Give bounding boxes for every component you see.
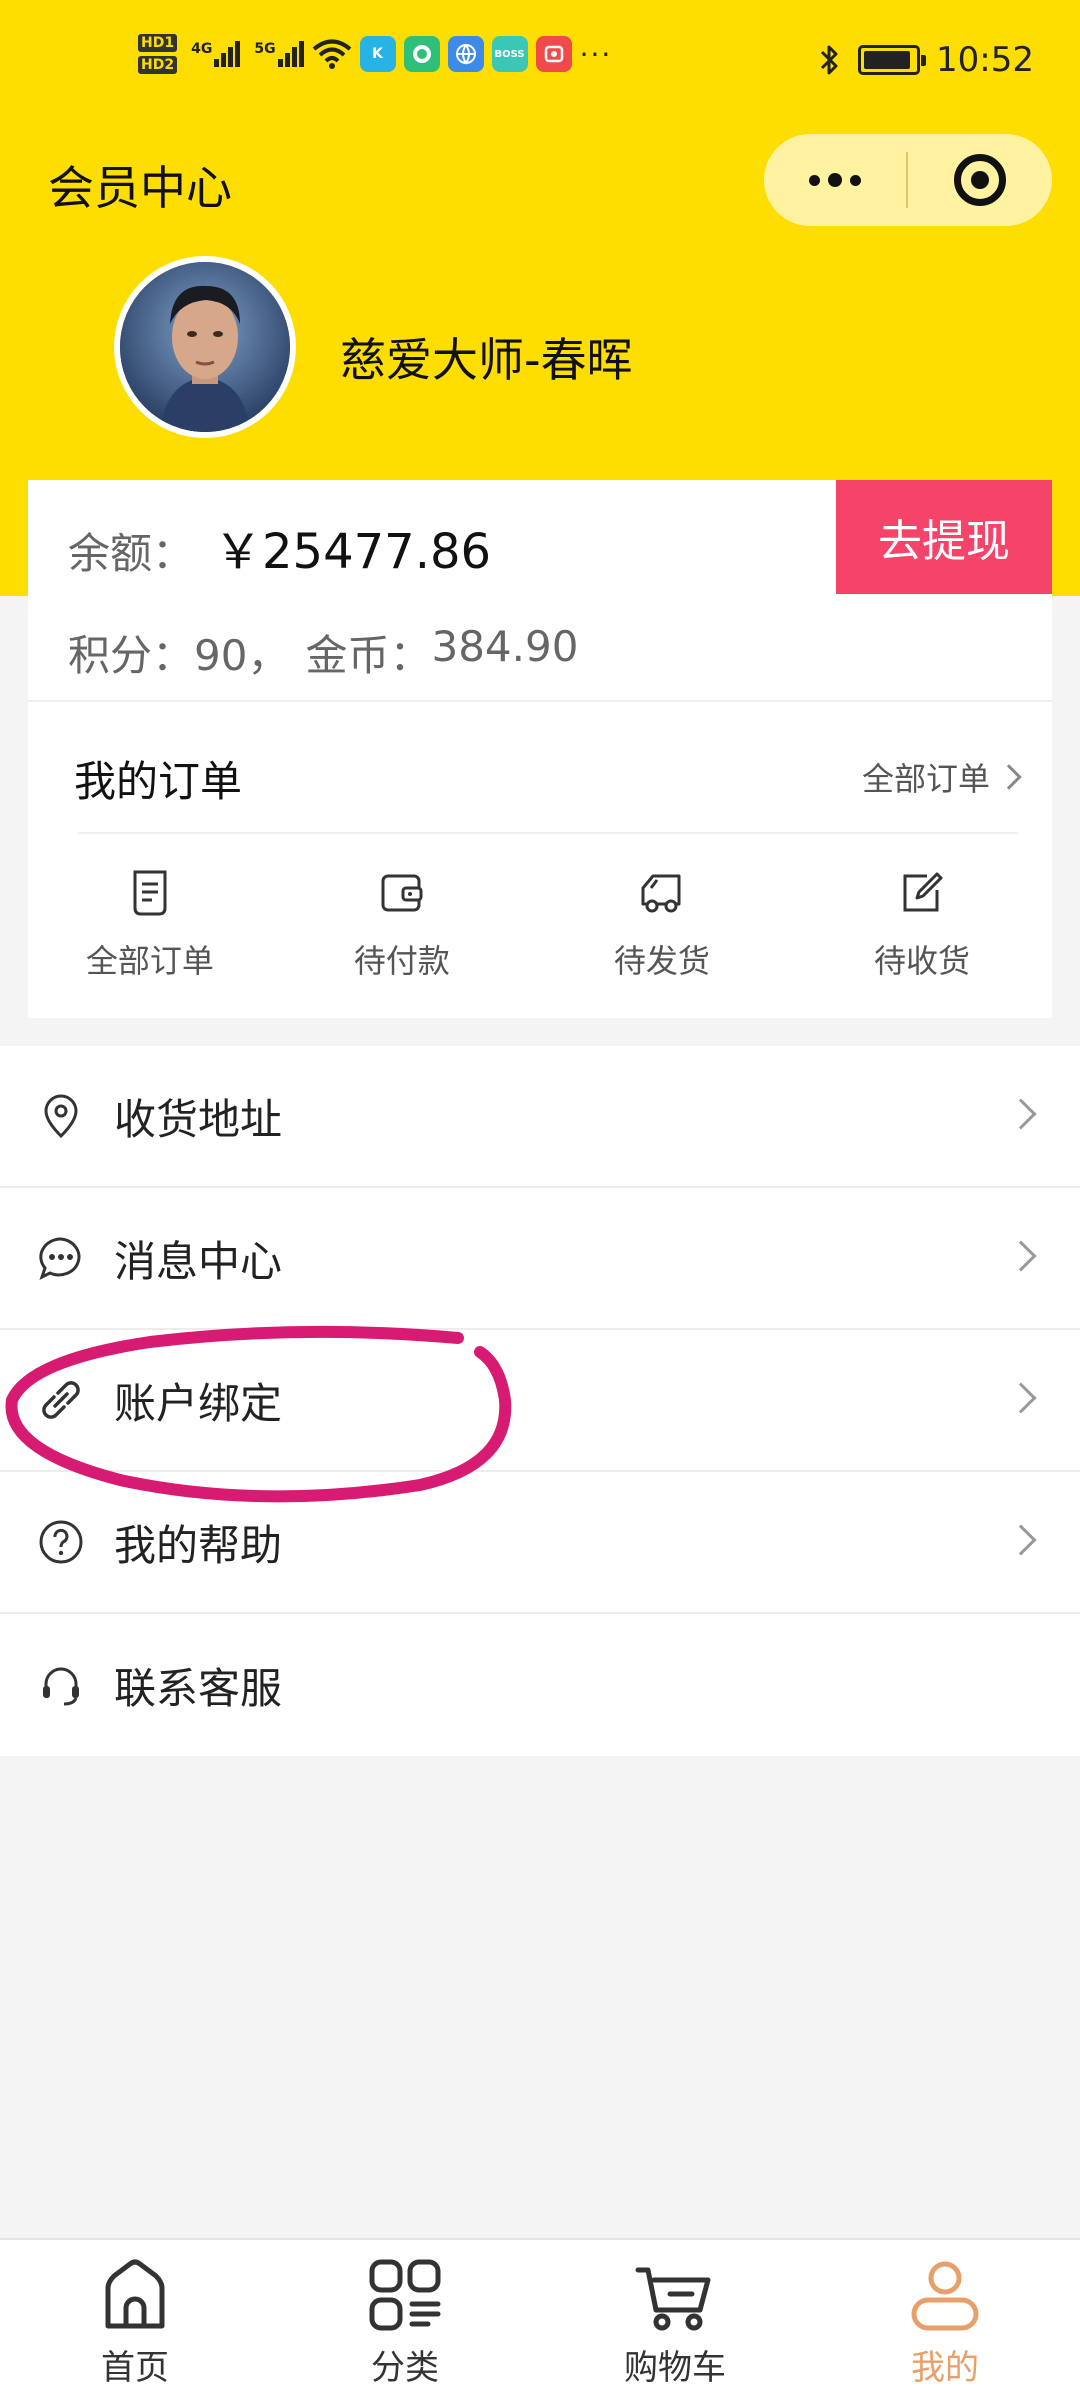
menu-item-address[interactable]: 收货地址: [0, 1046, 1080, 1188]
chevron-right-icon: [1005, 1382, 1037, 1414]
home-icon: [105, 2259, 165, 2329]
balance-card: 余额： ￥25477.86 去提现 积分： 90， 金币： 384.90: [28, 480, 1052, 700]
signal-5g-icon: 5G: [254, 41, 304, 67]
avatar[interactable]: [114, 256, 296, 438]
divider: [78, 832, 1018, 834]
more-menu-button[interactable]: [764, 134, 906, 226]
hd-badge: HD1: [138, 34, 178, 52]
tab-label: 购物车: [624, 2348, 726, 2388]
chat-bubble-icon: [39, 1237, 81, 1280]
page-title: 会员中心: [48, 161, 232, 215]
tab-category[interactable]: 分类: [270, 2240, 540, 2400]
order-shortcut-label: 待付款: [353, 942, 450, 980]
tab-label: 我的: [911, 2348, 979, 2388]
order-shortcut-unpaid[interactable]: 待付款: [272, 868, 532, 982]
order-shortcut-all[interactable]: 全部订单: [28, 868, 272, 982]
dot: [850, 174, 861, 186]
points-value: 90，: [194, 631, 290, 680]
menu-item-label: 消息中心: [114, 1236, 283, 1286]
location-pin-icon: [44, 1094, 78, 1139]
tab-label: 分类: [371, 2348, 439, 2388]
points-line: 积分： 90， 金币： 384.90: [68, 622, 578, 683]
menu-item-label: 联系客服: [114, 1663, 283, 1713]
network-label: 4G: [191, 41, 213, 57]
order-shortcut-label: 待发货: [613, 942, 710, 980]
document-icon: [133, 870, 167, 916]
clock: 10:52: [936, 40, 1034, 80]
k-app-icon: K: [359, 36, 396, 72]
globe-app-icon: [447, 36, 484, 72]
category-grid-icon: [369, 2259, 441, 2331]
dot: [809, 174, 820, 186]
status-bar: HD1 HD2 4G 5G K BOSS ··· 10:52: [0, 0, 1080, 130]
orders-card: 我的订单 全部订单 全部订单 待付款 待发货 待收货: [28, 700, 1052, 1018]
close-mini-program-button[interactable]: [908, 134, 1052, 226]
target-icon: [954, 154, 1006, 206]
hd-badge: HD2: [138, 56, 178, 74]
user-icon: [911, 2261, 979, 2331]
user-nickname: 慈爱大师-春晖: [340, 333, 633, 387]
menu-item-account-binding[interactable]: 账户绑定: [0, 1330, 1080, 1472]
chevron-right-icon: [1005, 1098, 1037, 1130]
balance-line: 余额： ￥25477.86: [68, 512, 491, 582]
cart-icon: [635, 2267, 711, 2331]
edit-icon: [903, 872, 943, 912]
mini-program-capsule: [764, 134, 1052, 226]
order-shortcut-to-ship[interactable]: 待发货: [532, 868, 792, 982]
balance-label: 余额：: [68, 529, 195, 578]
points-label: 积分：: [68, 631, 195, 680]
bird-app-icon: [403, 36, 440, 72]
boss-app-icon: BOSS: [491, 36, 528, 72]
order-shortcut-to-receive[interactable]: 待收货: [792, 868, 1052, 982]
order-shortcut-label: 待收货: [873, 942, 970, 980]
status-right: 10:52: [818, 40, 1034, 80]
truck-icon: [641, 874, 681, 913]
headset-icon: [43, 1667, 79, 1706]
bottom-tab-bar: 首页 分类 购物车 我的: [0, 2238, 1080, 2400]
tab-home[interactable]: 首页: [0, 2240, 270, 2400]
signal-4g-icon: 4G: [191, 41, 241, 67]
more-notifications: ···: [579, 37, 613, 71]
hd-badges: HD1 HD2: [138, 34, 178, 74]
wallet-icon: [381, 874, 423, 912]
network-label: 5G: [254, 41, 276, 57]
withdraw-button[interactable]: 去提现: [836, 480, 1052, 594]
link-icon: [42, 1381, 80, 1419]
menu-item-help[interactable]: 我的帮助: [0, 1472, 1080, 1614]
chevron-right-icon: [1005, 1240, 1037, 1272]
help-circle-icon: [39, 1520, 83, 1564]
all-orders-link[interactable]: 全部订单: [861, 754, 1022, 800]
bluetooth-icon: [820, 45, 838, 75]
status-left: HD1 HD2 4G 5G K BOSS ···: [138, 34, 612, 74]
battery-icon: [858, 45, 927, 75]
menu-list: 收货地址 消息中心 账户绑定 我的帮助 联系客服: [0, 1046, 1080, 1756]
red-app-icon: [535, 36, 572, 72]
balance-amount: ￥25477.86: [214, 524, 492, 580]
coins-label: 金币：: [305, 631, 432, 680]
wifi-icon: [312, 39, 351, 69]
dot: [828, 173, 842, 187]
chevron-right-icon: [996, 764, 1022, 790]
coins-value: 384.90: [431, 622, 579, 671]
orders-title: 我的订单: [74, 757, 243, 806]
menu-item-customer-service[interactable]: 联系客服: [0, 1614, 1080, 1756]
order-status-shortcuts: 全部订单 待付款 待发货 待收货: [28, 868, 1052, 982]
tab-cart[interactable]: 购物车: [540, 2240, 810, 2400]
menu-item-messages[interactable]: 消息中心: [0, 1188, 1080, 1330]
menu-item-label: 收货地址: [114, 1094, 283, 1144]
tab-mine[interactable]: 我的: [810, 2240, 1080, 2400]
chevron-right-icon: [1005, 1524, 1037, 1556]
menu-item-label: 我的帮助: [114, 1520, 283, 1570]
order-shortcut-label: 全部订单: [85, 942, 214, 980]
avatar-photo: [120, 262, 290, 432]
menu-item-label: 账户绑定: [114, 1378, 283, 1428]
all-orders-link-label: 全部订单: [861, 760, 990, 798]
tab-label: 首页: [101, 2348, 169, 2388]
